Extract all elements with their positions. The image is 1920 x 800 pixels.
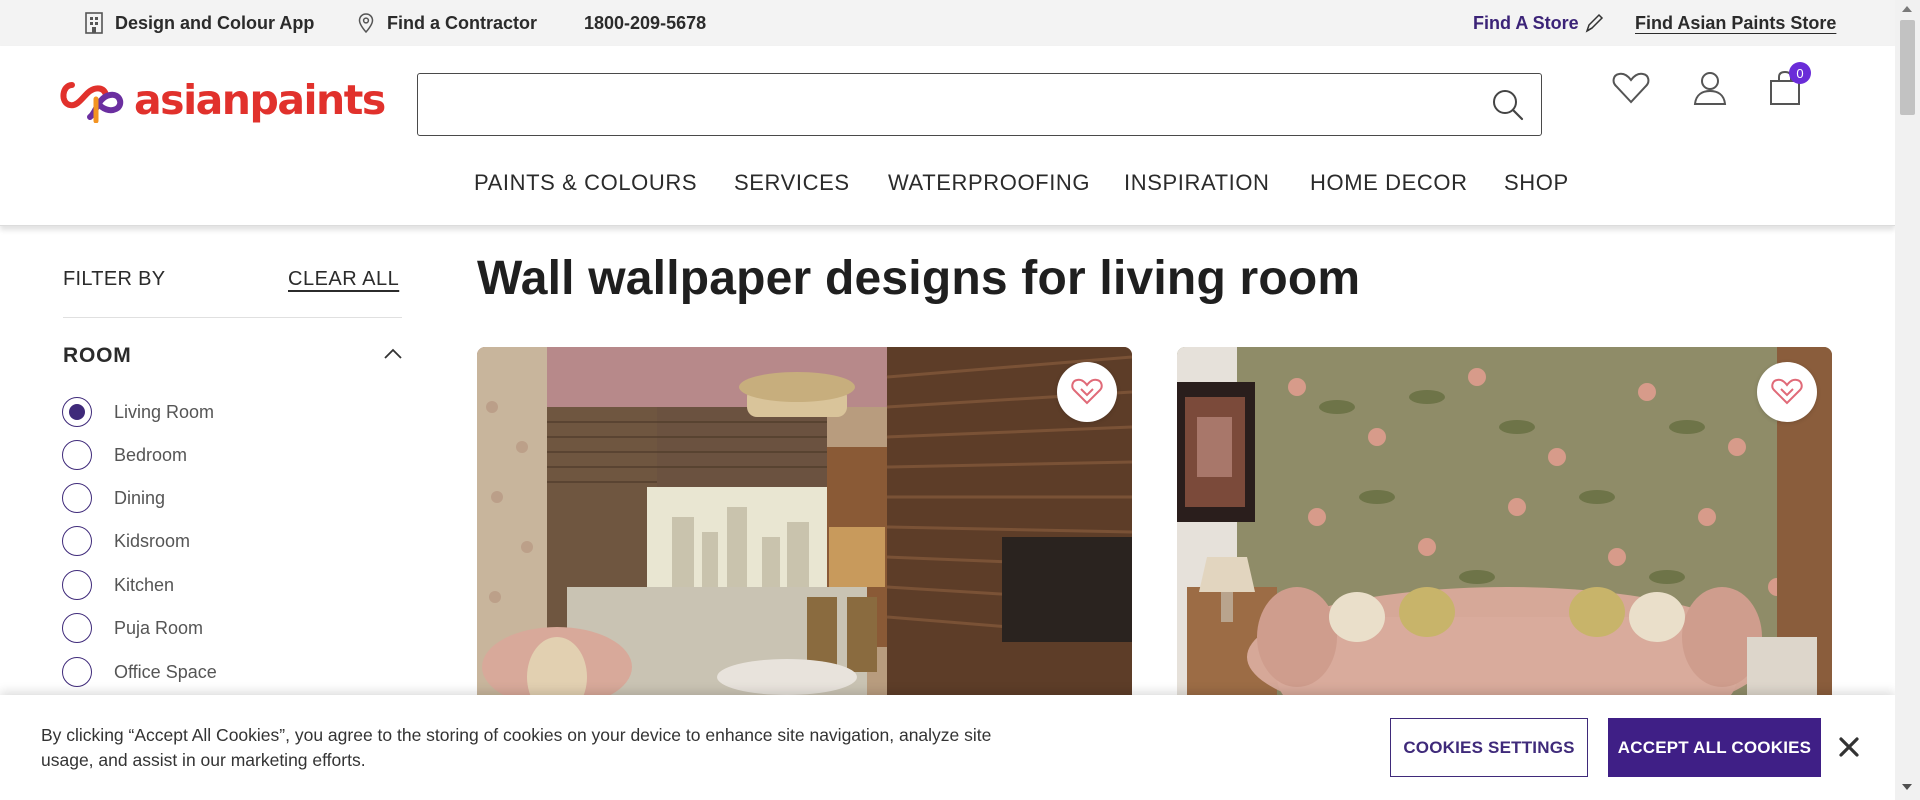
building-icon	[83, 12, 105, 34]
room-option-puja-room[interactable]: Puja Room	[62, 612, 203, 644]
site-header: asianpaints 0 PAINTS & COLOURS SERVICES …	[0, 46, 1895, 226]
radio-button-selected[interactable]	[62, 397, 92, 427]
heart-icon	[1612, 72, 1650, 104]
living-room-floral-wallpaper-image	[1177, 347, 1832, 707]
wallpaper-card[interactable]	[477, 347, 1132, 707]
wishlist-button[interactable]	[1611, 68, 1651, 108]
chevron-up-icon[interactable]	[382, 346, 404, 362]
close-cookie-banner-button[interactable]	[1834, 732, 1864, 762]
cookie-consent-text: By clicking “Accept All Cookies”, you ag…	[41, 725, 992, 770]
cookies-settings-button[interactable]: COOKIES SETTINGS	[1390, 718, 1588, 777]
cookie-consent-banner: By clicking “Accept All Cookies”, you ag…	[0, 695, 1895, 800]
main-nav: PAINTS & COLOURS SERVICES WATERPROOFING …	[0, 170, 1895, 210]
page-title: Wall wallpaper designs for living room	[477, 252, 1361, 305]
page-scrollbar[interactable]	[1895, 0, 1920, 800]
radio-button[interactable]	[62, 483, 92, 513]
asian-paints-logo[interactable]: asianpaints	[58, 76, 386, 124]
nav-paints-colours[interactable]: PAINTS & COLOURS	[474, 170, 697, 196]
phone-number-text: 1800-209-5678	[584, 12, 707, 33]
radio-button[interactable]	[62, 613, 92, 643]
heart-icon	[1771, 378, 1803, 405]
nav-services[interactable]: SERVICES	[734, 170, 850, 196]
phone-number[interactable]: 1800-209-5678	[584, 0, 706, 46]
room-option-office-space[interactable]: Office Space	[62, 656, 217, 688]
scrollbar-thumb[interactable]	[1900, 20, 1915, 115]
room-option-label: Kidsroom	[114, 530, 191, 551]
logo-mark-icon	[60, 82, 124, 123]
radio-button[interactable]	[62, 526, 92, 556]
radio-dot	[69, 404, 85, 420]
search-icon	[1493, 90, 1524, 121]
radio-button[interactable]	[62, 657, 92, 687]
room-option-kitchen[interactable]: Kitchen	[62, 569, 174, 601]
nav-home-decor[interactable]: HOME DECOR	[1310, 170, 1468, 196]
room-option-dining[interactable]: Dining	[62, 482, 165, 514]
room-option-label: Dining	[114, 487, 166, 508]
search-button[interactable]	[1491, 88, 1525, 122]
room-option-label: Living Room	[114, 401, 215, 422]
find-contractor-link[interactable]: Find a Contractor	[355, 0, 537, 46]
close-icon	[1839, 737, 1859, 757]
room-option-label: Office Space	[114, 661, 217, 682]
room-option-label: Bedroom	[114, 444, 188, 465]
nav-inspiration[interactable]: INSPIRATION	[1124, 170, 1270, 196]
scroll-down-arrow-icon[interactable]	[1902, 784, 1912, 790]
heart-icon	[1071, 378, 1103, 405]
favorite-button[interactable]	[1057, 362, 1117, 422]
account-button[interactable]	[1690, 68, 1730, 108]
utility-bar: Design and Colour App Find a Contractor …	[0, 0, 1895, 46]
cart-button[interactable]: 0	[1765, 62, 1811, 108]
find-a-store-link[interactable]: Find A Store	[1473, 0, 1605, 46]
living-room-wood-panel-image	[477, 347, 1132, 707]
nav-shop[interactable]: SHOP	[1504, 170, 1569, 196]
room-option-label: Puja Room	[114, 617, 204, 638]
find-contractor-label: Find a Contractor	[387, 12, 538, 33]
room-filter-heading[interactable]: ROOM	[63, 344, 132, 368]
search-bar	[417, 73, 1542, 136]
find-asian-paints-store-link[interactable]: Find Asian Paints Store	[1635, 0, 1836, 46]
logo-wordmark: asianpaints	[134, 76, 386, 124]
room-option-living-room[interactable]: Living Room	[62, 396, 214, 428]
nav-waterproofing[interactable]: WATERPROOFING	[888, 170, 1090, 196]
accept-all-cookies-button[interactable]: ACCEPT ALL COOKIES	[1608, 718, 1821, 777]
favorite-button[interactable]	[1757, 362, 1817, 422]
design-app-link[interactable]: Design and Colour App	[83, 0, 314, 46]
room-option-bedroom[interactable]: Bedroom	[62, 439, 187, 471]
user-icon	[1693, 72, 1727, 105]
design-app-label: Design and Colour App	[115, 12, 315, 33]
map-pin-icon	[355, 12, 377, 34]
radio-button[interactable]	[62, 440, 92, 470]
filter-divider	[63, 317, 402, 318]
pencil-icon	[1583, 12, 1605, 34]
radio-button[interactable]	[62, 570, 92, 600]
wallpaper-card[interactable]	[1177, 347, 1832, 707]
clear-all-button[interactable]: CLEAR ALL	[288, 268, 399, 291]
filter-title: FILTER BY	[63, 268, 166, 290]
scroll-up-arrow-icon[interactable]	[1902, 6, 1912, 12]
find-a-store-label: Find A Store	[1473, 12, 1579, 33]
cart-count-badge: 0	[1789, 62, 1811, 84]
room-option-kidsroom[interactable]: Kidsroom	[62, 525, 190, 557]
find-asian-paints-store-label: Find Asian Paints Store	[1635, 12, 1837, 33]
room-option-label: Kitchen	[114, 574, 175, 595]
search-input[interactable]	[418, 74, 1478, 134]
